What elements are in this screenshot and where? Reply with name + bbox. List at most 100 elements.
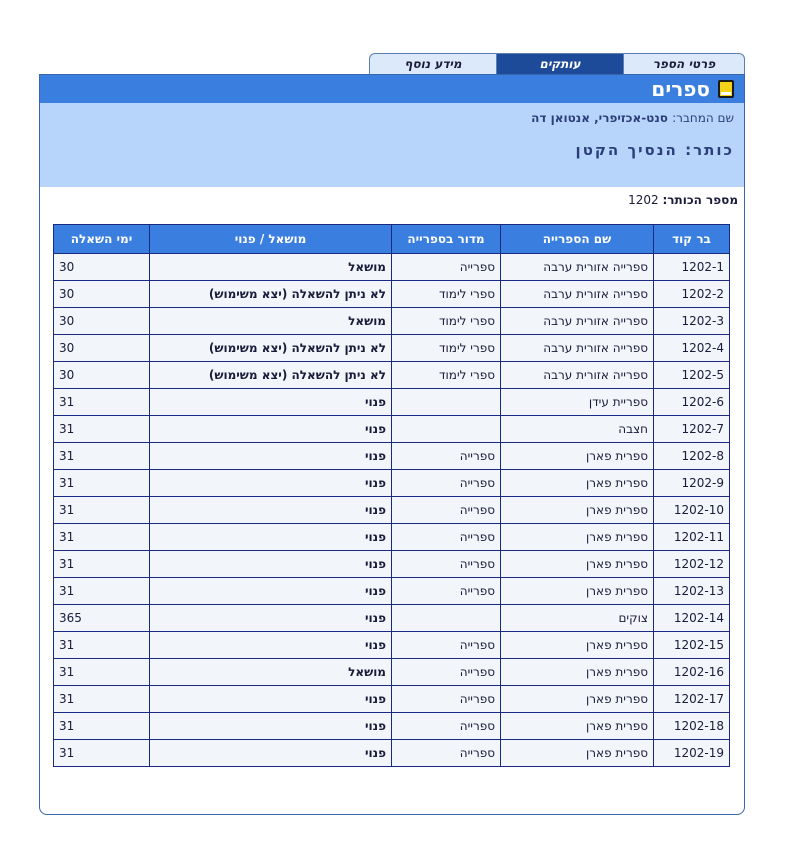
cell-barcode: 1202-12 xyxy=(653,550,730,578)
cell-library: ספרית פארן xyxy=(500,442,654,470)
cell-barcode: 1202-4 xyxy=(653,334,730,362)
header-status: מושאל / פנוי xyxy=(149,224,392,254)
cell-days: 31 xyxy=(53,469,150,497)
cell-section: ספרי לימוד xyxy=(391,334,501,362)
cell-barcode: 1202-13 xyxy=(653,577,730,605)
cell-library: ספרית פארן xyxy=(500,577,654,605)
cell-barcode: 1202-3 xyxy=(653,307,730,335)
cell-days: 31 xyxy=(53,496,150,524)
author-line: שם המחבר: סנט-אכזיפרי, אנטואן דה xyxy=(50,111,734,125)
table-row: 1202-10 ספרית פארן ספרייה פנוי 31 xyxy=(53,496,730,524)
cell-status: מושאל xyxy=(149,307,392,335)
cell-days: 31 xyxy=(53,523,150,551)
cell-section xyxy=(391,388,501,416)
panel-header: ספרים xyxy=(40,75,744,103)
cell-section: ספרייה xyxy=(391,523,501,551)
table-row: 1202-3 ספרייה אזורית ערבה ספרי לימוד מושאל 3… xyxy=(53,307,730,335)
title-line: כותר: הנסיך הקטן xyxy=(50,141,734,159)
cell-section: ספרי לימוד xyxy=(391,280,501,308)
table-row: 1202-19 ספרית פארן ספרייה פנוי 31 xyxy=(53,739,730,767)
cell-status: פנוי xyxy=(149,685,392,713)
cell-status: פנוי xyxy=(149,577,392,605)
cell-status: פנוי xyxy=(149,739,392,767)
cell-section xyxy=(391,415,501,443)
cell-status: פנוי xyxy=(149,469,392,497)
table-row: 1202-2 ספרייה אזורית ערבה ספרי לימוד לא נית… xyxy=(53,280,730,308)
cell-library: צוקים xyxy=(500,604,654,632)
cell-library: ספרייה אזורית ערבה xyxy=(500,334,654,362)
cell-section: ספרייה xyxy=(391,658,501,686)
cell-barcode: 1202-18 xyxy=(653,712,730,740)
cell-section: ספרייה xyxy=(391,712,501,740)
cell-section xyxy=(391,604,501,632)
cell-status: פנוי xyxy=(149,496,392,524)
cell-section: ספרייה xyxy=(391,442,501,470)
table-row: 1202-16 ספרית פארן ספרייה מושאל 31 xyxy=(53,658,730,686)
catalog-number: מספר הכותר: 1202 xyxy=(40,187,744,207)
table-row: 1202-9 ספרית פארן ספרייה פנוי 31 xyxy=(53,469,730,497)
cell-library: ספריית עידן xyxy=(500,388,654,416)
table-row: 1202-12 ספרית פארן ספרייה פנוי 31 xyxy=(53,550,730,578)
cell-section: ספרייה xyxy=(391,631,501,659)
cell-barcode: 1202-7 xyxy=(653,415,730,443)
cell-library: ספרית פארן xyxy=(500,550,654,578)
table-row: 1202-5 ספרייה אזורית ערבה ספרי לימוד לא נית… xyxy=(53,361,730,389)
header-days: ימי השאלה xyxy=(53,224,150,254)
table-row: 1202-7 חצבה פנוי 31 xyxy=(53,415,730,443)
cell-days: 31 xyxy=(53,577,150,605)
table-row: 1202-15 ספרית פארן ספרייה פנוי 31 xyxy=(53,631,730,659)
table-row: 1202-17 ספרית פארן ספרייה פנוי 31 xyxy=(53,685,730,713)
cell-section: ספרי לימוד xyxy=(391,361,501,389)
cell-barcode: 1202-17 xyxy=(653,685,730,713)
cell-section: ספרייה xyxy=(391,685,501,713)
cell-library: ספרייה אזורית ערבה xyxy=(500,280,654,308)
cell-barcode: 1202-1 xyxy=(653,253,730,281)
cell-barcode: 1202-14 xyxy=(653,604,730,632)
panel-title: ספרים xyxy=(651,77,710,101)
cell-library: ספרית פארן xyxy=(500,631,654,659)
cell-status: מושאל xyxy=(149,658,392,686)
cell-barcode: 1202-9 xyxy=(653,469,730,497)
cell-library: ספרית פארן xyxy=(500,523,654,551)
table-row: 1202-11 ספרית פארן ספרייה פנוי 31 xyxy=(53,523,730,551)
table-row: 1202-4 ספרייה אזורית ערבה ספרי לימוד לא נית… xyxy=(53,334,730,362)
copies-panel: ספרים שם המחבר: סנט-אכזיפרי, אנטואן דה כ… xyxy=(39,74,745,815)
cell-library: ספרית פארן xyxy=(500,496,654,524)
cell-library: ספרית פארן xyxy=(500,685,654,713)
cell-days: 31 xyxy=(53,442,150,470)
cell-status: לא ניתן להשאלה (יצא משימוש) xyxy=(149,334,392,362)
tab-copies[interactable]: עותקים xyxy=(497,53,623,74)
tab-more-info[interactable]: מידע נוסף xyxy=(369,53,497,74)
cell-barcode: 1202-11 xyxy=(653,523,730,551)
cell-status: פנוי xyxy=(149,604,392,632)
cell-status: פנוי xyxy=(149,550,392,578)
cell-barcode: 1202-19 xyxy=(653,739,730,767)
author-value: סנט-אכזיפרי, אנטואן דה xyxy=(531,111,668,125)
cell-days: 30 xyxy=(53,361,150,389)
cell-barcode: 1202-2 xyxy=(653,280,730,308)
cell-barcode: 1202-10 xyxy=(653,496,730,524)
catalog-value: 1202 xyxy=(628,193,659,207)
cell-section: ספרייה xyxy=(391,469,501,497)
cell-library: ספרייה אזורית ערבה xyxy=(500,361,654,389)
table-row: 1202-14 צוקים פנוי 365 xyxy=(53,604,730,632)
cell-status: פנוי xyxy=(149,523,392,551)
cell-days: 365 xyxy=(53,604,150,632)
cell-library: ספרית פארן xyxy=(500,739,654,767)
table-row: 1202-8 ספרית פארן ספרייה פנוי 31 xyxy=(53,442,730,470)
cell-days: 31 xyxy=(53,631,150,659)
cell-status: פנוי xyxy=(149,712,392,740)
cell-status: פנוי xyxy=(149,442,392,470)
cell-status: פנוי xyxy=(149,631,392,659)
table-row: 1202-13 ספרית פארן ספרייה פנוי 31 xyxy=(53,577,730,605)
cell-days: 30 xyxy=(53,280,150,308)
cell-library: חצבה xyxy=(500,415,654,443)
table-row: 1202-18 ספרית פארן ספרייה פנוי 31 xyxy=(53,712,730,740)
tab-book-details[interactable]: פרטי הספר xyxy=(623,53,745,74)
cell-section: ספרי לימוד xyxy=(391,307,501,335)
cell-barcode: 1202-16 xyxy=(653,658,730,686)
cell-section: ספרייה xyxy=(391,550,501,578)
cell-library: ספרית פארן xyxy=(500,712,654,740)
cell-section: ספרייה xyxy=(391,496,501,524)
cell-status: מושאל xyxy=(149,253,392,281)
